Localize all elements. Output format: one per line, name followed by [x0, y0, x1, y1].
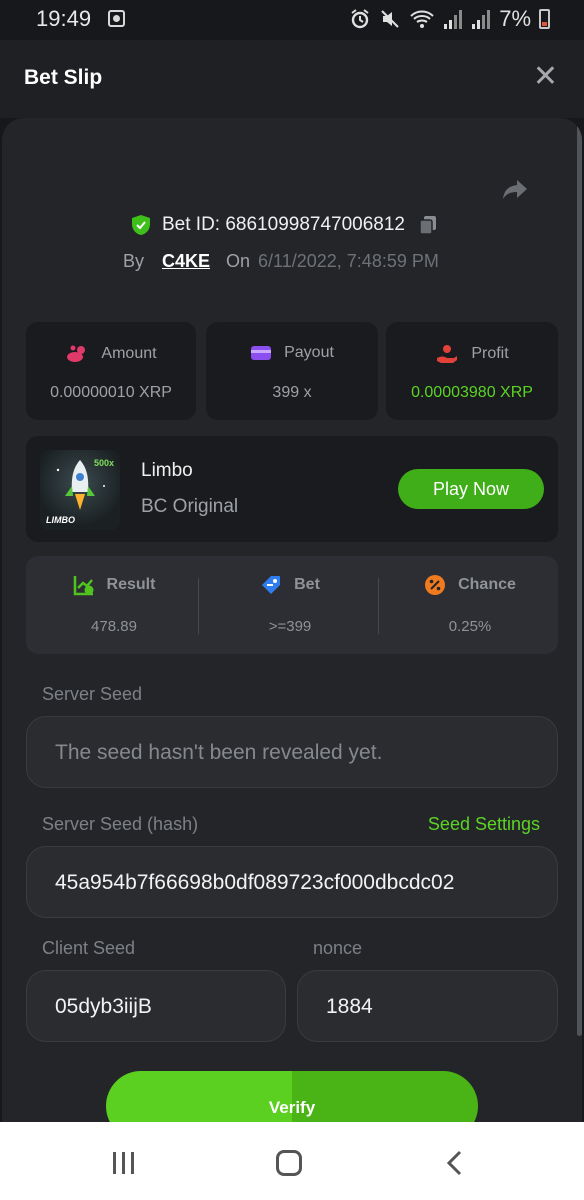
chance-column: Chance 0.25%	[382, 556, 558, 654]
seed-settings-link[interactable]: Seed Settings	[428, 814, 540, 835]
payout-label: Payout	[284, 344, 334, 361]
bet-label-row: Bet	[202, 574, 378, 596]
payout-card: Payout 399 x	[206, 322, 378, 420]
bet-column: Bet >=399	[202, 556, 378, 654]
share-icon[interactable]	[499, 174, 531, 206]
bet-label: Bet	[294, 576, 320, 593]
user-link[interactable]: C4KE	[162, 251, 210, 272]
amount-card: Amount 0.00000010 XRP	[26, 322, 196, 420]
bet-author-row: By C4KE On 6/11/2022, 7:48:59 PM	[123, 251, 439, 272]
thumb-label: LIMBO	[46, 515, 75, 525]
amount-label-row: Amount	[26, 344, 196, 364]
chance-label: Chance	[458, 576, 516, 593]
bet-slip-header: Bet Slip ✕	[0, 40, 584, 118]
copy-icon[interactable]	[417, 214, 439, 236]
game-subtitle: BC Original	[141, 496, 239, 517]
bet-date: 6/11/2022, 7:48:59 PM	[258, 251, 439, 271]
payout-value: 399 x	[272, 384, 312, 401]
server-seed-field[interactable]: The seed hasn't been revealed yet.	[26, 716, 558, 788]
by-label: By	[123, 251, 145, 271]
status-bar: 19:49 7%	[0, 0, 584, 40]
server-seed-placeholder: The seed hasn't been revealed yet.	[55, 741, 383, 764]
recent-apps-icon[interactable]	[113, 1152, 134, 1174]
on-label: On	[226, 251, 251, 271]
verify-label: Verify	[268, 1098, 316, 1117]
scrollbar[interactable]	[577, 118, 582, 1036]
status-time: 19:49	[36, 6, 92, 31]
signal-icon	[472, 10, 491, 29]
server-seed-hash-value: 45a954b7f66698b0df089723cf000dbcdc02	[55, 871, 455, 894]
profit-label: Profit	[471, 345, 509, 362]
result-card: Result 478.89 Bet >=399 Chance 0.25%	[26, 556, 558, 654]
status-icons: 7%	[349, 6, 550, 32]
client-seed-field[interactable]: 05dyb3iijB	[26, 970, 286, 1042]
signal-icon	[444, 10, 463, 29]
bet-slip-panel: Bet ID: 68610998747006812 By C4KE On 6/1…	[2, 118, 582, 1122]
result-column: Result 478.89	[26, 556, 202, 654]
wifi-icon	[410, 10, 434, 28]
tag-icon	[262, 576, 281, 594]
battery-percent: 7%	[499, 6, 531, 31]
nonce-field[interactable]: 1884	[297, 970, 558, 1042]
bet-id-row: Bet ID: 68610998747006812	[130, 214, 439, 236]
limbo-thumbnail[interactable]: 500x LIMBO	[40, 450, 120, 530]
result-value: 478.89	[91, 618, 137, 635]
amount-value: 0.00000010 XRP	[50, 384, 172, 401]
home-icon[interactable]	[276, 1150, 302, 1176]
cast-icon	[108, 10, 125, 27]
payout-label-row: Payout	[206, 344, 378, 362]
profit-value: 0.00003980 XRP	[411, 384, 533, 401]
nonce-value: 1884	[326, 995, 373, 1018]
thumb-badge: 500x	[93, 458, 114, 468]
shield-check-icon	[132, 215, 150, 235]
coins-icon	[67, 345, 86, 362]
play-now-button[interactable]: Play Now	[398, 469, 544, 509]
percent-icon	[425, 575, 446, 595]
server-seed-hash-field[interactable]: 45a954b7f66698b0df089723cf000dbcdc02	[26, 846, 558, 918]
game-name: Limbo	[141, 460, 193, 481]
amount-label: Amount	[101, 345, 157, 362]
client-seed-label: Client Seed	[42, 938, 136, 958]
battery-icon	[539, 9, 550, 29]
result-label-row: Result	[26, 574, 202, 596]
profit-card: Profit 0.00003980 XRP	[386, 322, 558, 420]
bet-value: >=399	[268, 618, 312, 635]
server-seed-label: Server Seed	[42, 684, 143, 704]
divider	[198, 578, 199, 634]
profit-label-row: Profit	[386, 344, 558, 364]
mute-icon	[381, 10, 399, 28]
verify-button[interactable]: Verify	[106, 1071, 478, 1122]
hand-coin-icon	[437, 345, 458, 363]
page-title: Bet Slip	[24, 66, 103, 89]
bet-id: Bet ID: 68610998747006812	[162, 214, 405, 235]
back-icon[interactable]	[444, 1150, 466, 1176]
chance-label-row: Chance	[382, 574, 558, 596]
chart-check-icon	[73, 576, 94, 596]
chance-value: 0.25%	[448, 618, 492, 635]
client-seed-value: 05dyb3iijB	[55, 995, 152, 1018]
nonce-label: nonce	[313, 938, 363, 958]
card-icon	[251, 346, 272, 360]
close-icon[interactable]: ✕	[533, 62, 558, 92]
system-nav-bar	[0, 1122, 584, 1200]
game-card: 500x LIMBO Limbo BC Original Play Now	[26, 436, 558, 542]
server-seed-hash-label: Server Seed (hash)	[42, 814, 199, 834]
result-label: Result	[106, 576, 156, 593]
alarm-icon	[351, 9, 369, 29]
divider	[378, 578, 379, 634]
